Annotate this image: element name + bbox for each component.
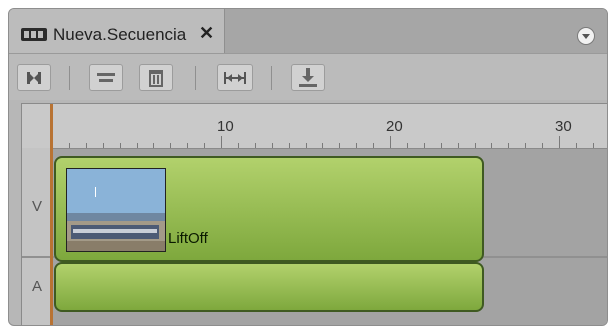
playhead[interactable]	[50, 104, 53, 325]
ruler-label: 20	[386, 118, 403, 135]
sequence-icon	[21, 28, 47, 41]
fit-icon	[224, 72, 246, 84]
ruler-tick	[390, 136, 391, 148]
tab-strip: Nueva.Secuencia ✕	[9, 9, 607, 53]
ruler-tick	[559, 136, 560, 148]
toolbar-separator	[69, 66, 70, 90]
delete-button[interactable]	[139, 64, 173, 91]
ruler-tick	[339, 143, 341, 148]
audio-clip[interactable]	[54, 262, 484, 312]
ruler-label: 10	[217, 118, 234, 135]
ruler-tick	[119, 143, 121, 148]
clip-name: LiftOff	[168, 230, 208, 247]
ruler-tick	[68, 143, 70, 148]
ruler-tick	[85, 143, 87, 148]
ruler-tick	[288, 143, 290, 148]
toolbar-separator	[195, 66, 196, 90]
toolbar-separator	[271, 66, 272, 90]
ruler-tick	[592, 143, 594, 148]
ruler-tick	[491, 143, 493, 148]
lift-extract-icon	[27, 72, 41, 84]
close-icon[interactable]: ✕	[199, 23, 214, 44]
delete-icon	[149, 70, 163, 87]
toolbar	[9, 53, 607, 100]
ruler-tick	[237, 143, 239, 148]
ruler-tick	[525, 143, 527, 148]
ruler-tick	[153, 143, 155, 148]
ruler-tick	[221, 136, 222, 148]
track-label-audio[interactable]: A	[22, 278, 52, 295]
clip-thumbnail-image	[67, 169, 165, 251]
ruler-tick	[136, 143, 138, 148]
tab-title: Nueva.Secuencia	[53, 25, 187, 44]
time-ruler[interactable]: 10 20 30	[22, 104, 607, 149]
clip-thumbnail	[66, 168, 166, 252]
track-label-video[interactable]: V	[22, 198, 52, 215]
ruler-tick	[322, 143, 324, 148]
fit-button[interactable]	[217, 64, 253, 91]
ruler-tick	[423, 143, 425, 148]
timeline[interactable]: 10 20 30 V A LiftOff	[21, 103, 607, 325]
track-headers: V A	[22, 148, 53, 325]
ruler-tick	[102, 143, 104, 148]
ruler-tick	[406, 143, 408, 148]
ruler-tick	[204, 143, 206, 148]
ruler-tick	[575, 143, 577, 148]
ruler-tick	[254, 143, 256, 148]
lift-extract-button[interactable]	[17, 64, 51, 91]
ruler-tick	[187, 143, 189, 148]
panel-menu-icon[interactable]	[577, 27, 595, 45]
ruler-tick	[508, 143, 510, 148]
trim-icon	[97, 73, 115, 82]
ruler-tick	[170, 143, 172, 148]
track-divider	[22, 256, 52, 258]
ruler-tick	[305, 143, 307, 148]
video-clip[interactable]: LiftOff	[54, 156, 484, 262]
ruler-tick	[440, 143, 442, 148]
export-button[interactable]	[291, 64, 325, 91]
ruler-tick	[474, 143, 476, 148]
ruler-tick	[356, 143, 358, 148]
ruler-label: 30	[555, 118, 572, 135]
ruler-tick	[373, 143, 375, 148]
tab-sequence[interactable]: Nueva.Secuencia ✕	[9, 9, 225, 53]
ruler-tick	[271, 143, 273, 148]
sequence-panel: Nueva.Secuencia ✕ 10 20 30 V A LiftOff	[8, 8, 608, 326]
trim-button[interactable]	[89, 64, 123, 91]
ruler-tick	[542, 143, 544, 148]
ruler-tick	[457, 143, 459, 148]
export-icon	[299, 68, 317, 87]
